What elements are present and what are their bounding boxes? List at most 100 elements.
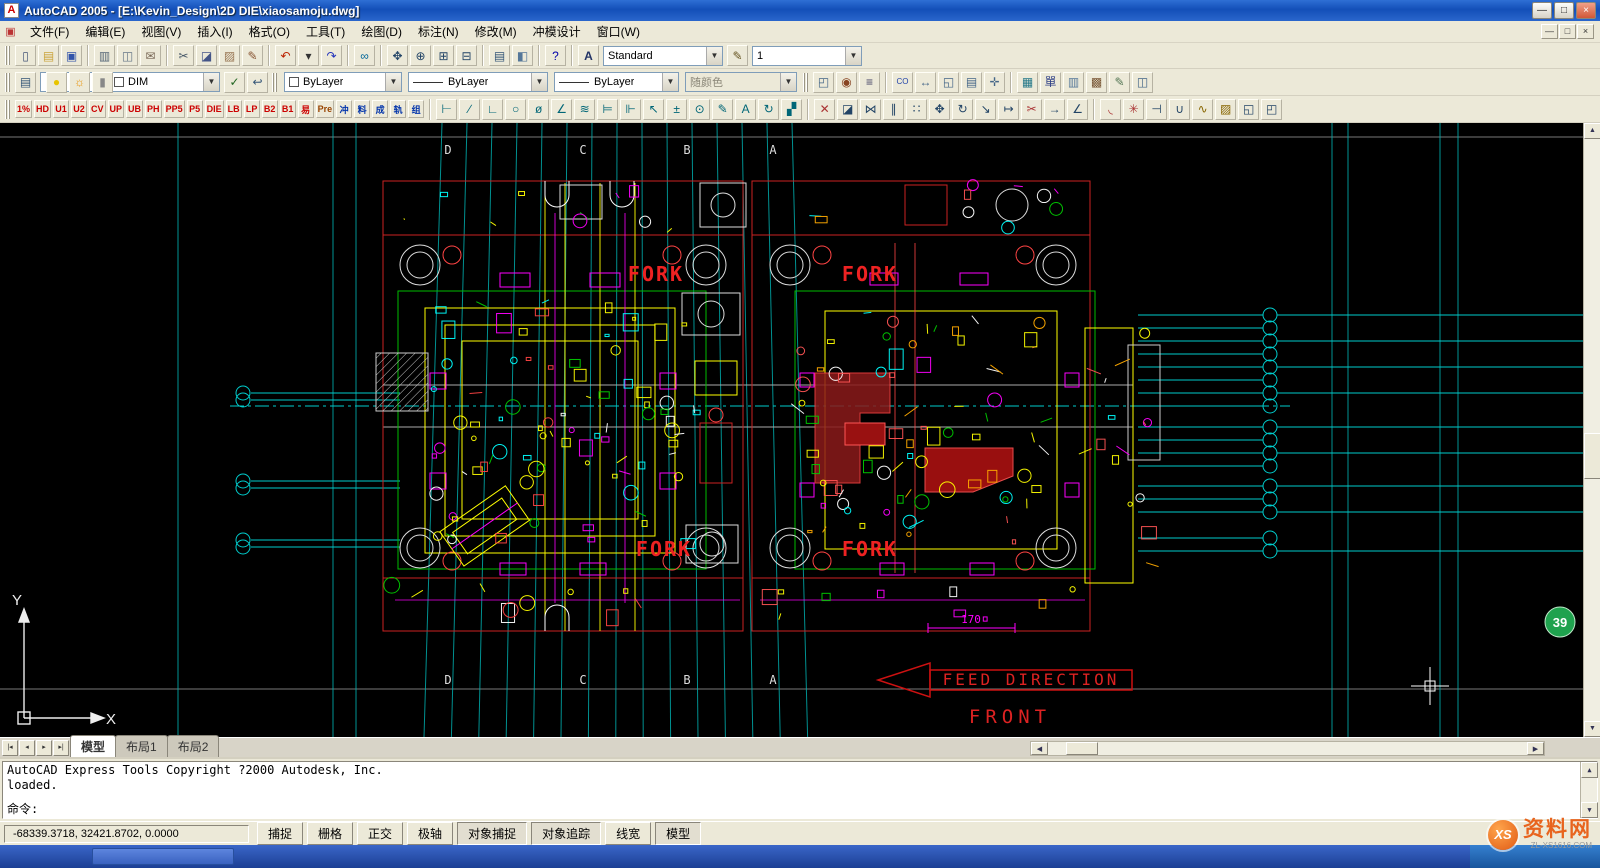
die-tool-button-易[interactable]: 易 <box>298 100 314 118</box>
cad-drawing[interactable]: D C B A D C B A <box>0 123 1583 737</box>
publish-icon[interactable]: ✉ <box>140 45 161 66</box>
die-tool-button-轨[interactable]: 轨 <box>390 100 406 118</box>
scale-combo[interactable]: 1 ▼ <box>752 46 862 66</box>
restore-button[interactable]: □ <box>1554 2 1574 19</box>
paste-icon[interactable]: ▨ <box>219 45 240 66</box>
menu-item[interactable]: 标注(N) <box>410 21 467 42</box>
stretch-icon[interactable]: ↦ <box>998 99 1019 120</box>
pedit-icon[interactable]: ∿ <box>1192 99 1213 120</box>
toolbar-grip[interactable] <box>5 73 10 92</box>
linetype-scale-icon[interactable]: ✎ <box>727 45 748 66</box>
hatch-icon[interactable]: ▨ <box>1215 99 1236 120</box>
sheetset-icon[interactable]: ▩ <box>1086 72 1107 93</box>
color-combo[interactable]: ByLayer ▼ <box>284 72 402 92</box>
menu-item[interactable]: 绘图(D) <box>353 21 410 42</box>
die-tool-button-pre[interactable]: Pre <box>316 100 335 118</box>
scroll-down-icon[interactable]: ▼ <box>1581 802 1598 818</box>
close-button[interactable]: × <box>1576 2 1596 19</box>
dim-linear-icon[interactable]: ⊢ <box>436 99 457 120</box>
tab-nav-button[interactable]: ▸| <box>53 740 69 756</box>
die-tool-button-b1[interactable]: B1 <box>280 100 296 118</box>
toolbar-grip[interactable] <box>5 46 10 65</box>
command-line-area[interactable]: AutoCAD Express Tools Copyright ?2000 Au… <box>0 757 1600 821</box>
menu-item[interactable]: 冲模设计 <box>525 21 589 42</box>
list-icon[interactable]: ▤ <box>961 72 982 93</box>
text-style-icon[interactable]: A <box>578 45 599 66</box>
chevron-down-icon[interactable]: ▼ <box>531 73 547 91</box>
dim-aligned-icon[interactable]: ∕ <box>459 99 480 120</box>
die-tool-button-die[interactable]: DIE <box>205 100 224 118</box>
locate-point-icon[interactable]: ✛ <box>984 72 1005 93</box>
linetype-combo[interactable]: ByLayer ▼ <box>408 72 548 92</box>
markup-icon[interactable]: ✎ <box>1109 72 1130 93</box>
undo-flyout-icon[interactable]: ▾ <box>298 45 319 66</box>
die-tool-button-pp5[interactable]: PP5 <box>164 100 185 118</box>
copy-object-icon[interactable]: ◪ <box>837 99 858 120</box>
mdi-restore-button[interactable]: □ <box>1559 24 1576 39</box>
pan-icon[interactable]: ✥ <box>387 45 408 66</box>
tab-布局2[interactable]: 布局2 <box>167 735 220 757</box>
tab-模型[interactable]: 模型 <box>70 735 116 757</box>
layer-combo[interactable]: ●☼▮ DIM ▼ <box>40 72 220 92</box>
undo-icon[interactable]: ↶ <box>275 45 296 66</box>
tab-布局1[interactable]: 布局1 <box>115 735 168 757</box>
rotate-icon[interactable]: ↻ <box>952 99 973 120</box>
taskbar-button[interactable] <box>92 848 234 865</box>
text-style-combo[interactable]: Standard ▼ <box>603 46 723 66</box>
copy-icon[interactable]: ◪ <box>196 45 217 66</box>
menu-item[interactable]: 文件(F) <box>22 21 77 42</box>
chevron-down-icon[interactable]: ▼ <box>706 47 722 65</box>
erase-icon[interactable]: ✕ <box>814 99 835 120</box>
die-tool-button-u1[interactable]: U1 <box>53 100 69 118</box>
die-tool-button-1%[interactable]: 1% <box>15 100 32 118</box>
status-toggle[interactable]: 捕捉 <box>257 822 303 845</box>
scroll-down-icon[interactable]: ▼ <box>1584 721 1600 737</box>
co-icon[interactable]: CO <box>892 72 913 93</box>
fillet-icon[interactable]: ◟ <box>1100 99 1121 120</box>
make-object-layer-current-icon[interactable]: ✓ <box>224 72 245 93</box>
die-tool-button-cv[interactable]: CV <box>89 100 106 118</box>
scrollbar-thumb[interactable] <box>1066 742 1098 755</box>
zoom-window-icon[interactable]: ⊞ <box>433 45 454 66</box>
die-tool-button-p5[interactable]: P5 <box>187 100 203 118</box>
table-icon[interactable]: ▦ <box>1017 72 1038 93</box>
mdi-minimize-button[interactable]: — <box>1541 24 1558 39</box>
drawing-horizontal-scrollbar[interactable]: ◀ ▶ <box>1030 741 1545 756</box>
scrollbar-thumb[interactable] <box>1584 433 1600 479</box>
trim-icon[interactable]: ✂ <box>1021 99 1042 120</box>
dim-continue-icon[interactable]: ⊩ <box>620 99 641 120</box>
status-toggle[interactable]: 对象追踪 <box>531 822 601 845</box>
zoom-realtime-icon[interactable]: ⊕ <box>410 45 431 66</box>
scroll-up-icon[interactable]: ▲ <box>1584 123 1600 139</box>
plot-icon[interactable]: ▥ <box>94 45 115 66</box>
minimize-button[interactable]: — <box>1532 2 1552 19</box>
quick-dim-icon[interactable]: ≋ <box>574 99 595 120</box>
quick-leader-icon[interactable]: ↖ <box>643 99 664 120</box>
join-icon[interactable]: ∪ <box>1169 99 1190 120</box>
drawing-canvas[interactable]: D C B A D C B A <box>0 123 1600 737</box>
menu-item[interactable]: 格式(O) <box>241 21 298 42</box>
menu-item[interactable]: 修改(M) <box>467 21 525 42</box>
dim-baseline-icon[interactable]: ⊨ <box>597 99 618 120</box>
new-icon[interactable]: ▯ <box>15 45 36 66</box>
die-tool-button-冲[interactable]: 冲 <box>336 100 352 118</box>
dan-icon[interactable]: 單 <box>1040 72 1061 93</box>
dim-radius-icon[interactable]: ○ <box>505 99 526 120</box>
die-tool-button-料[interactable]: 料 <box>354 100 370 118</box>
dbconnect-icon[interactable]: ◫ <box>1132 72 1153 93</box>
move-icon[interactable]: ✥ <box>929 99 950 120</box>
die-tool-button-up[interactable]: UP <box>108 100 125 118</box>
command-scrollbar[interactable]: ▲ ▼ <box>1580 762 1597 818</box>
toolbar-grip[interactable] <box>272 73 277 92</box>
menu-item[interactable]: 工具(T) <box>298 21 353 42</box>
tolerance-icon[interactable]: ± <box>666 99 687 120</box>
command-prompt[interactable]: 命令: <box>7 802 38 817</box>
die-tool-button-ub[interactable]: UB <box>126 100 143 118</box>
tab-nav-button[interactable]: |◂ <box>2 740 18 756</box>
lock-icon[interactable]: ▮ <box>92 72 113 93</box>
chevron-down-icon[interactable]: ▼ <box>203 73 219 91</box>
drawing-vertical-scrollbar[interactable]: ▲ ▼ <box>1583 123 1600 737</box>
dim-angular-icon[interactable]: ∠ <box>551 99 572 120</box>
region-icon[interactable]: ◱ <box>1238 99 1259 120</box>
die-tool-button-ph[interactable]: PH <box>145 100 162 118</box>
